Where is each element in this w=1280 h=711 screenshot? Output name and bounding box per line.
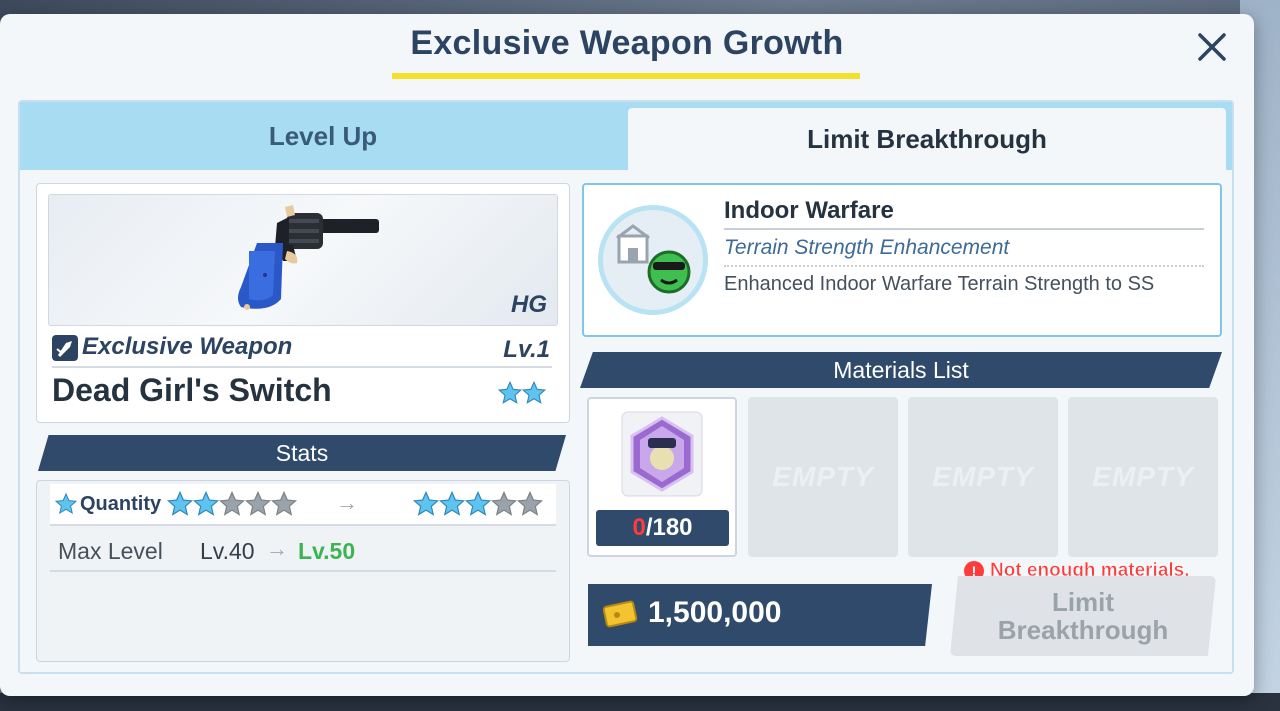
quantity-row: Quantity → [50, 484, 556, 526]
weapon-name: Dead Girl's Switch [52, 372, 332, 408]
weapon-category: Exclusive Weapon [82, 333, 293, 360]
quantity-to-stars [412, 490, 544, 523]
star-filled-icon [192, 490, 220, 516]
close-button[interactable] [1190, 25, 1234, 69]
quantity-from-stars [166, 490, 298, 523]
quantity-label: Quantity [80, 493, 162, 515]
star-empty-icon [270, 490, 298, 516]
max-level-from: Lv.40 [200, 538, 255, 564]
max-level-label: Max Level [58, 538, 163, 564]
credit-icon [602, 600, 639, 628]
stats-header: Stats [38, 435, 566, 471]
max-level-row: Max Level Lv.40 → Lv.50 [50, 530, 556, 572]
skill-subtitle: Terrain Strength Enhancement [724, 236, 1010, 259]
close-icon [1198, 33, 1226, 61]
star-empty-icon [218, 490, 246, 516]
arrow-right-icon: → [266, 536, 288, 561]
star-icon [54, 492, 78, 515]
material-slot-empty: EMPTY [908, 397, 1058, 557]
exclusive-weapon-row: Exclusive Weapon Lv.1 [52, 332, 552, 368]
divider [724, 265, 1204, 267]
divider [724, 228, 1204, 230]
star-empty-icon [516, 490, 544, 516]
material-item-icon [608, 410, 716, 498]
skill-icon [598, 205, 708, 315]
material-slot-empty: EMPTY [748, 397, 898, 557]
tab-level-up[interactable]: Level Up [20, 102, 626, 170]
weapon-level: Lv.1 [503, 336, 550, 363]
star-filled-icon [497, 380, 523, 404]
star-empty-icon [490, 490, 518, 516]
weapon-type: HG [511, 291, 547, 318]
revolver-icon [238, 205, 379, 310]
arrow-right-icon: → [336, 490, 358, 515]
star-filled-icon [438, 490, 466, 516]
skill-title: Indoor Warfare [724, 197, 894, 224]
weapon-image: HG [48, 194, 558, 326]
tab-limit-breakthrough[interactable]: Limit Breakthrough [628, 108, 1226, 170]
star-filled-icon [521, 380, 547, 404]
exclusive-weapon-icon [52, 335, 78, 361]
max-level-to: Lv.50 [298, 538, 356, 564]
material-count: 0/180 [596, 510, 729, 546]
star-filled-icon [464, 490, 492, 516]
star-filled-icon [412, 490, 440, 516]
star-filled-icon [166, 490, 194, 516]
material-slot-empty: EMPTY [1068, 397, 1218, 557]
credit-amount: 1,500,000 [648, 596, 782, 629]
star-empty-icon [244, 490, 272, 516]
skill-description: Enhanced Indoor Warfare Terrain Strength… [724, 273, 1155, 295]
materials-header: Materials List [580, 352, 1222, 388]
title-underline [392, 73, 860, 79]
modal-title: Exclusive Weapon Growth [410, 24, 844, 62]
weapon-stars [497, 380, 547, 411]
limit-breakthrough-button[interactable]: Limit Breakthrough [950, 576, 1216, 656]
